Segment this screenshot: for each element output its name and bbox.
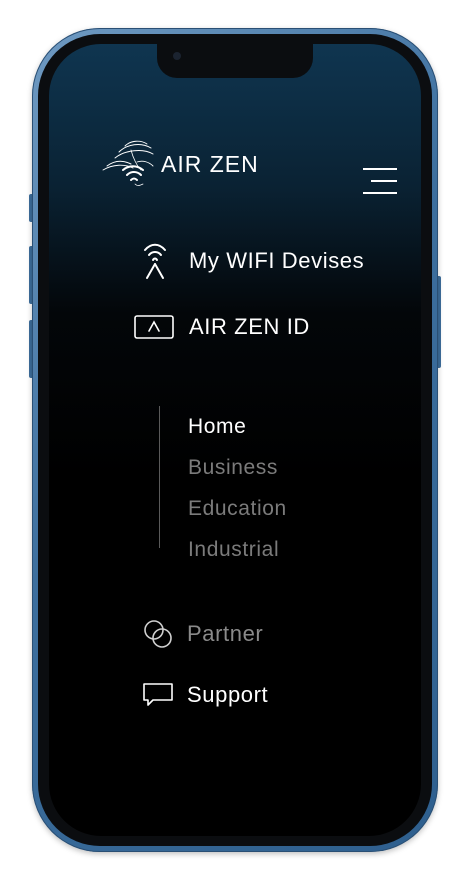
menu-item-label: Partner — [187, 621, 264, 646]
submenu-item-home[interactable]: Home — [188, 406, 287, 447]
chat-bubble-icon — [141, 682, 175, 708]
submenu-item-education[interactable]: Education — [188, 488, 287, 529]
menu-item-wifi-devices[interactable]: My WIFI Devises — [135, 242, 364, 280]
wifi-antenna-icon — [135, 242, 175, 280]
front-camera — [173, 52, 181, 60]
menu-item-support[interactable]: Support — [141, 682, 268, 708]
id-card-icon — [133, 315, 175, 339]
menu-item-label: My WIFI Devises — [189, 248, 365, 273]
submenu-item-business[interactable]: Business — [188, 447, 287, 488]
stage: AIR ZEN My WIFI Devises AIR ZEN ID Home … — [0, 0, 470, 882]
wifi-waves-logo-icon — [101, 140, 159, 188]
menu-item-label: Support — [187, 682, 269, 707]
brand-logo[interactable]: AIR ZEN — [101, 140, 259, 188]
brand-name: AIR ZEN — [161, 150, 259, 177]
hamburger-menu-icon[interactable] — [363, 168, 397, 194]
phone-frame: AIR ZEN My WIFI Devises AIR ZEN ID Home … — [32, 28, 438, 852]
phone-screen: AIR ZEN My WIFI Devises AIR ZEN ID Home … — [49, 44, 421, 836]
submenu-item-industrial[interactable]: Industrial — [188, 529, 287, 570]
menu-item-air-zen-id[interactable]: AIR ZEN ID — [133, 314, 310, 340]
partner-circles-icon — [141, 618, 175, 650]
menu-item-label: AIR ZEN ID — [189, 314, 310, 339]
submenu-categories: Home Business Education Industrial — [159, 406, 287, 561]
menu-item-partner[interactable]: Partner — [141, 618, 263, 650]
notch — [157, 44, 313, 78]
